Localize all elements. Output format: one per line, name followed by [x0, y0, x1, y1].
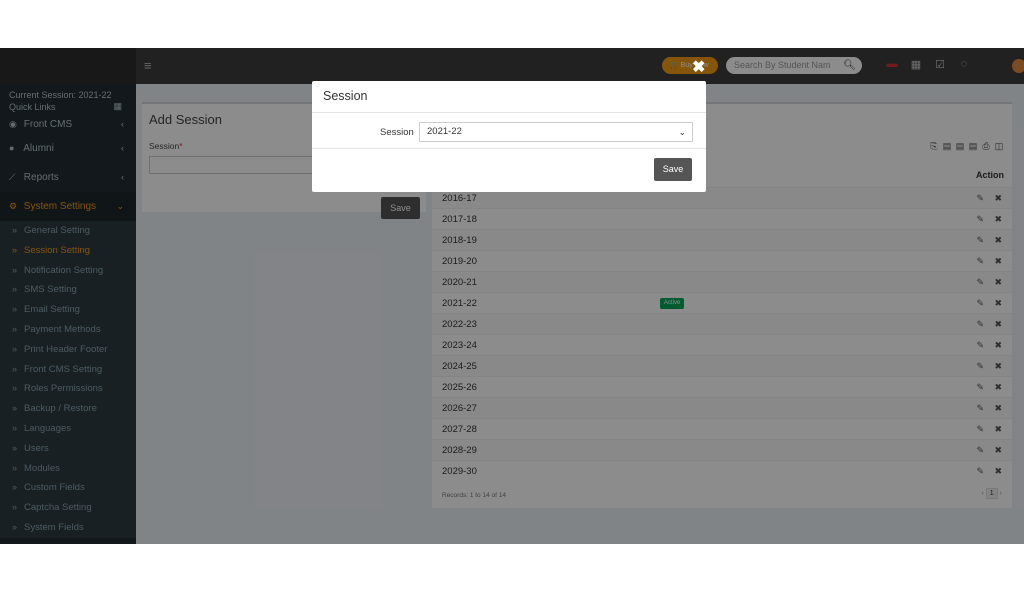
chevron-down-icon: ⌄ [678, 127, 686, 137]
modal-title: Session [323, 89, 368, 103]
modal-body-divider [312, 148, 706, 149]
close-icon[interactable]: ✖ [692, 57, 705, 77]
modal-header-divider [312, 112, 706, 113]
session-modal: Session Session 2021-22 ⌄ Save [312, 81, 706, 192]
modal-save-button[interactable]: Save [654, 158, 692, 181]
session-select[interactable]: 2021-22 ⌄ [419, 122, 693, 142]
session-select-value: 2021-22 [427, 126, 462, 137]
modal-session-label: Session [380, 127, 414, 138]
